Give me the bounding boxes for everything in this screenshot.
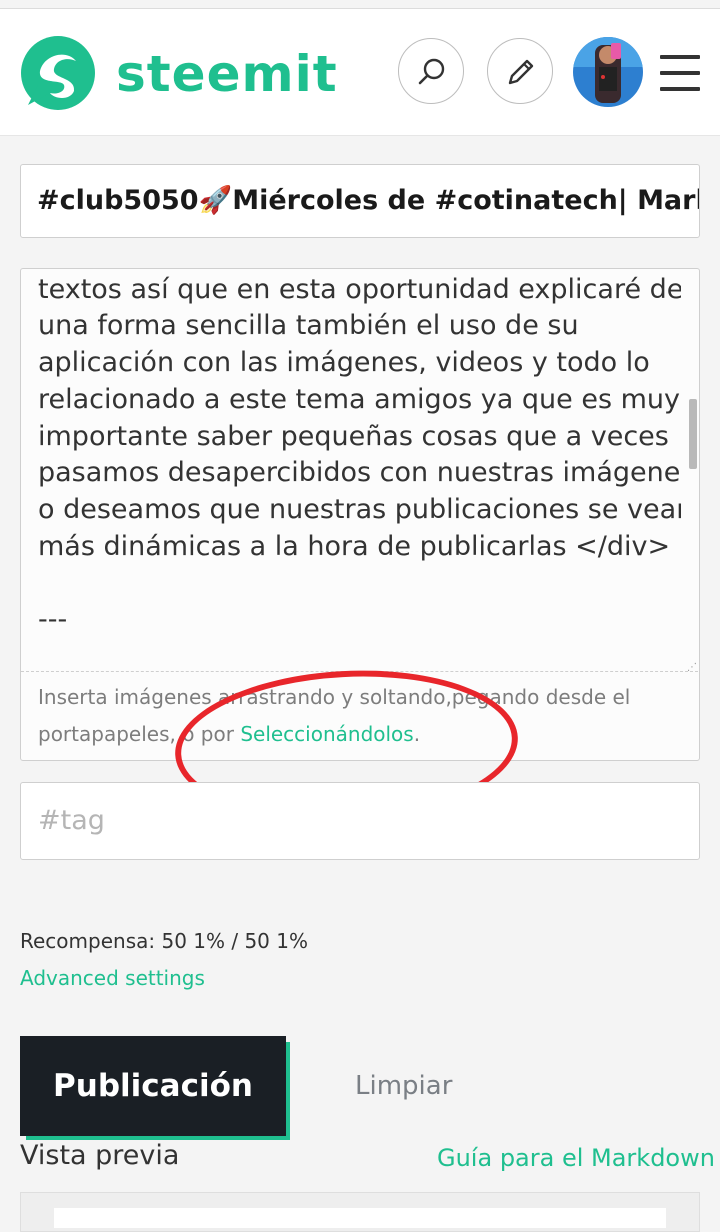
- write-post-button[interactable]: [487, 38, 553, 104]
- hamburger-menu-icon[interactable]: [660, 55, 700, 91]
- editor-line: una forma sencilla también el uso de su: [38, 310, 579, 342]
- advanced-settings-link[interactable]: Advanced settings: [20, 966, 205, 990]
- search-button[interactable]: [398, 38, 464, 104]
- editor-line: ---: [38, 604, 68, 636]
- post-title-input[interactable]: #club5050🚀Miércoles de #cotinatech| Mark…: [20, 164, 700, 238]
- user-avatar[interactable]: [573, 37, 643, 107]
- markdown-guide-link[interactable]: Guía para el Markdown: [437, 1144, 715, 1172]
- editor-scrollbar[interactable]: [689, 399, 697, 469]
- editor-line: más dinámicas a la hora de publicarlas <…: [38, 530, 671, 562]
- editor-line: relacionado a este tema amigos ya que es…: [38, 383, 681, 415]
- editor-line: importante saber pequeñas cosas que a ve…: [38, 420, 669, 452]
- top-header: steemit: [0, 9, 720, 136]
- editor-line: o deseamos que nuestras publicaciones se…: [38, 493, 681, 525]
- preview-content: [54, 1208, 666, 1228]
- editor-line: [38, 565, 681, 602]
- editor-text-area[interactable]: guía hable sobre su aplicación para nues…: [21, 269, 681, 671]
- tag-input[interactable]: #tag: [20, 782, 700, 860]
- reward-setting: Recompensa: 50 1% / 50 1%: [20, 929, 308, 953]
- search-icon: [418, 58, 445, 85]
- editor-line: pasamos desapercibidos con nuestras imág…: [38, 457, 681, 489]
- clear-button[interactable]: Limpiar: [355, 1071, 452, 1101]
- pencil-icon: [508, 59, 534, 85]
- publish-button-wrap[interactable]: Publicación: [20, 1036, 290, 1140]
- steemit-logo-icon[interactable]: [20, 35, 96, 111]
- editor-line: textos así que en esta oportunidad expli…: [38, 273, 681, 305]
- editor-line: aplicación con las imágenes, videos y to…: [38, 347, 650, 379]
- publish-button[interactable]: Publicación: [20, 1036, 286, 1136]
- editor-content: guía hable sobre su aplicación para nues…: [38, 269, 681, 639]
- preview-label: Vista previa: [20, 1140, 180, 1171]
- status-strip: [0, 0, 720, 9]
- brand-name[interactable]: steemit: [116, 45, 338, 103]
- avatar-image: [573, 37, 643, 107]
